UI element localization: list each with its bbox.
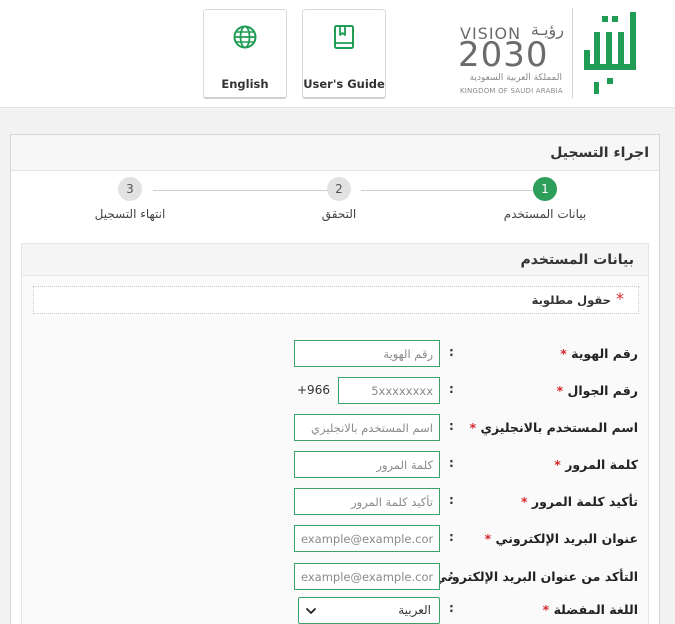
language-label: اللغة المفضلة * <box>542 602 638 617</box>
username-input[interactable] <box>294 414 440 441</box>
chevron-down-icon <box>306 608 316 614</box>
absher-logo <box>584 12 636 94</box>
required-fields-note: * حقول مطلوبة <box>33 286 639 314</box>
colon: : <box>449 456 454 470</box>
colon: : <box>449 345 454 359</box>
country-code-prefix: +966 <box>297 383 330 397</box>
required-fields-text: حقول مطلوبة <box>531 293 611 307</box>
step-2-label: التحقق <box>321 207 357 221</box>
confirm-password-input[interactable] <box>294 488 440 515</box>
site-header: English User's Guide VISION رؤيـة 2030 ا… <box>0 0 675 108</box>
required-star: * <box>616 289 624 308</box>
confirm-email-label: التأكد من عنوان البريد الإلكتروني * <box>424 569 638 584</box>
confirm-email-input[interactable] <box>294 563 440 590</box>
globe-icon <box>233 25 257 49</box>
mobile-input[interactable] <box>338 377 440 404</box>
section-header: بيانات المستخدم <box>22 244 648 276</box>
mobile-label: رقم الجوال * <box>556 383 638 398</box>
user-data-section: بيانات المستخدم * حقول مطلوبة رقم الهوية… <box>21 243 649 624</box>
vision-year: 2030 <box>458 35 549 75</box>
english-label: English <box>221 77 269 91</box>
user-guide-button[interactable]: User's Guide <box>302 9 386 99</box>
language-select-value: العربية <box>398 603 431 617</box>
english-language-button[interactable]: English <box>203 9 287 99</box>
step-3-label: انتهاء التسجيل <box>94 207 166 221</box>
colon: : <box>449 382 454 396</box>
id-number-input[interactable] <box>294 340 440 367</box>
kingdom-name-english: KINGDOM OF SAUDI ARABIA <box>460 87 563 95</box>
vision-2030-logo: VISION رؤيـة 2030 المملكة العربية السعود… <box>458 20 568 100</box>
email-input[interactable] <box>294 525 440 552</box>
user-guide-label: User's Guide <box>303 77 385 91</box>
registration-stepper: 1 بيانات المستخدم 2 التحقق 3 انتهاء التس… <box>11 171 659 231</box>
kingdom-name-arabic: المملكة العربية السعودية <box>469 73 562 83</box>
registration-panel: اجراء التسجيل 1 بيانات المستخدم 2 التحقق… <box>10 134 660 624</box>
email-label: عنوان البريد الإلكتروني * <box>484 531 638 546</box>
username-label: اسم المستخدم بالانجليزي * <box>469 420 638 435</box>
language-select[interactable]: العربية <box>298 597 440 624</box>
panel-header: اجراء التسجيل <box>11 135 659 171</box>
id-number-label: رقم الهوية * <box>560 346 638 361</box>
section-title: بيانات المستخدم <box>520 252 634 268</box>
brand-divider <box>572 8 573 98</box>
page-title: اجراء التسجيل <box>550 145 649 161</box>
step-1-indicator: 1 <box>533 177 557 201</box>
step-connector <box>153 190 337 191</box>
book-icon <box>334 25 354 49</box>
confirm-password-label: تأكيد كلمة المرور * <box>520 494 638 509</box>
colon: : <box>449 493 454 507</box>
colon: : <box>449 530 454 544</box>
step-2-indicator: 2 <box>327 177 351 201</box>
password-label: كلمة المرور * <box>554 457 638 472</box>
colon: : <box>449 568 454 582</box>
colon: : <box>449 601 454 615</box>
colon: : <box>449 419 454 433</box>
step-connector <box>361 190 533 191</box>
step-1-label: بيانات المستخدم <box>503 207 587 221</box>
step-3-indicator: 3 <box>118 177 142 201</box>
password-input[interactable] <box>294 451 440 478</box>
